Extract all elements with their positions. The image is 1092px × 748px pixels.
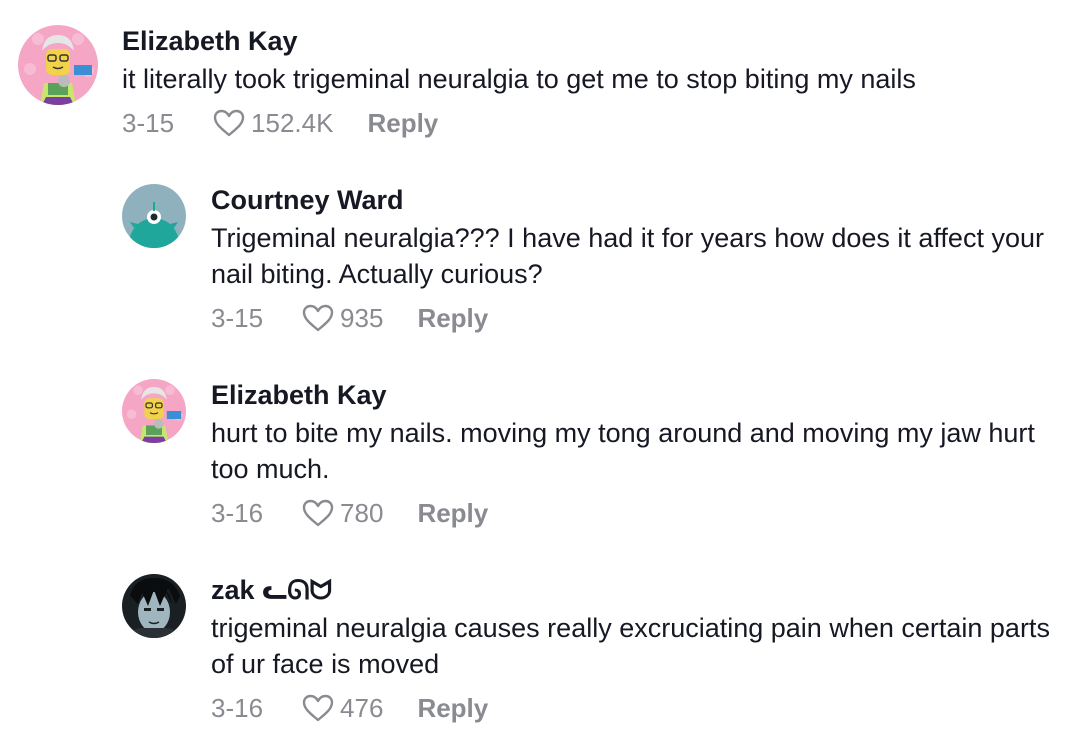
- comment-date: 3-16: [211, 692, 264, 723]
- comment-author[interactable]: Elizabeth Kay: [122, 25, 916, 57]
- like-count: 476: [340, 692, 384, 723]
- heart-icon: [302, 694, 334, 722]
- like-count: 780: [340, 497, 384, 528]
- like-button[interactable]: 476: [301, 693, 383, 724]
- like-button[interactable]: 152.4K: [212, 108, 333, 139]
- reply-button[interactable]: Reply: [417, 693, 488, 724]
- comment-text: Trigeminal neuralgia??? I have had it fo…: [211, 223, 1052, 289]
- teal-monster-avatar[interactable]: [122, 184, 186, 248]
- comment-meta: 3-16 780 Reply: [211, 493, 1071, 533]
- heart-icon: [302, 304, 334, 332]
- comment-author[interactable]: Courtney Ward: [211, 184, 1071, 216]
- lego-figure-avatar[interactable]: [18, 25, 98, 105]
- reply-button[interactable]: Reply: [417, 498, 488, 529]
- comment-meta: 3-16 476 Reply: [211, 688, 1071, 728]
- comment-author[interactable]: Elizabeth Kay: [211, 379, 1071, 411]
- dark-portrait-avatar[interactable]: [122, 574, 186, 638]
- comment-date: 3-15: [122, 107, 175, 138]
- like-button[interactable]: 935: [301, 303, 383, 334]
- reply-item: zak ᓚᘏᗢ trigeminal neuralgia causes real…: [122, 574, 1082, 728]
- comment-meta: 3-15 152.4K Reply: [122, 103, 916, 143]
- reply-item: Elizabeth Kay hurt to bite my nails. mov…: [122, 379, 1082, 533]
- reply-item: Courtney Ward Trigeminal neuralgia??? I …: [122, 184, 1082, 338]
- heart-icon: [213, 109, 245, 137]
- comment-date: 3-15: [211, 302, 264, 333]
- reply-button[interactable]: Reply: [367, 108, 438, 139]
- heart-icon: [302, 499, 334, 527]
- comment-text: hurt to bite my nails. moving my tong ar…: [211, 418, 1043, 484]
- comment-item: Elizabeth Kay it literally took trigemin…: [18, 25, 1078, 143]
- like-count: 935: [340, 302, 384, 333]
- comment-text: trigeminal neuralgia causes really excru…: [211, 613, 1058, 679]
- like-button[interactable]: 780: [301, 498, 383, 529]
- comment-date: 3-16: [211, 497, 264, 528]
- comment-meta: 3-15 935 Reply: [211, 298, 1071, 338]
- lego-figure-avatar[interactable]: [122, 379, 186, 443]
- comment-author[interactable]: zak ᓚᘏᗢ: [211, 574, 1071, 606]
- reply-button[interactable]: Reply: [417, 303, 488, 334]
- like-count: 152.4K: [251, 107, 334, 138]
- comment-text: it literally took trigeminal neuralgia t…: [122, 64, 916, 94]
